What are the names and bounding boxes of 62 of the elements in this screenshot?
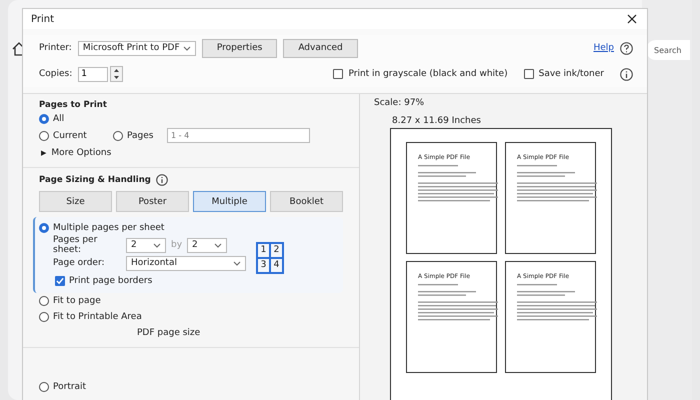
checkbox[interactable]	[333, 69, 344, 79]
dropdown[interactable]: 2	[187, 238, 228, 252]
dropdown[interactable]: Horizontal	[126, 256, 246, 270]
caret-icon	[214, 242, 222, 248]
paper-size-label: 8.27 x 11.69 Inches	[391, 116, 482, 128]
scale-label: Scale: 97%	[374, 98, 426, 110]
field-label: Printer:	[39, 43, 72, 53]
search-field[interactable]: Search	[646, 40, 690, 60]
page-number: 4	[270, 258, 283, 272]
page-number: 1	[257, 242, 270, 258]
checkbox[interactable]	[524, 69, 534, 79]
field-label: Copies:	[39, 69, 72, 79]
option-label: All	[53, 114, 64, 124]
radio-button[interactable]	[113, 130, 123, 140]
radio-button[interactable]	[39, 382, 49, 392]
radio-button[interactable]	[39, 222, 49, 232]
more-options-toggle[interactable]: More Options	[51, 148, 112, 158]
caret-icon	[153, 242, 161, 248]
close-button[interactable]	[625, 12, 639, 26]
option-label: Print in grayscale (black and white)	[348, 69, 508, 79]
dropdown[interactable]: Microsoft Print to PDF	[78, 40, 196, 56]
help-link[interactable]: Help	[593, 43, 614, 53]
copies-field[interactable]: 1	[78, 66, 108, 82]
option-label: Current	[53, 130, 87, 140]
tab[interactable]: Poster	[116, 191, 189, 212]
window-title: Print	[31, 14, 54, 24]
page-number: 2	[270, 242, 283, 258]
tab[interactable]: Multiple	[193, 191, 266, 212]
option-label: Portrait	[53, 382, 86, 392]
dialog-button[interactable]: Properties	[202, 38, 278, 58]
info-icon	[156, 174, 168, 186]
option-label: Multiple pages per sheet	[53, 222, 164, 232]
option-label: Fit to page	[53, 296, 101, 306]
section-heading: Page Sizing & Handling	[39, 175, 151, 185]
option-label: Pages	[127, 130, 154, 140]
caret-icon	[182, 46, 191, 50]
radio-button[interactable]	[39, 114, 49, 124]
radio-button[interactable]	[39, 130, 49, 140]
option-label: Print page borders	[69, 276, 152, 286]
page-number: 3	[257, 258, 270, 272]
field-label: Page order:	[53, 258, 106, 268]
tab[interactable]: Booklet	[270, 191, 343, 212]
help-icon	[620, 42, 633, 54]
dialog-button[interactable]: Advanced	[283, 38, 358, 58]
option-label: Fit to Printable Area	[53, 312, 142, 322]
field-label: Pages per sheet:	[53, 235, 98, 255]
by-label: by	[171, 240, 182, 250]
checkmark-icon	[56, 276, 64, 284]
pages-field[interactable]: 1 - 4	[167, 128, 310, 143]
radio-button[interactable]	[39, 296, 49, 306]
close-icon	[627, 14, 637, 24]
caret-icon	[233, 260, 241, 266]
tab[interactable]: Size	[39, 191, 112, 212]
section-heading: Pages to Print	[39, 100, 108, 110]
radio-button[interactable]	[39, 312, 49, 322]
checkbox[interactable]	[55, 276, 65, 286]
spin-buttons[interactable]	[110, 66, 124, 82]
spin-arrows-icon	[113, 67, 120, 81]
info-icon	[620, 68, 633, 80]
option-label: PDF page size	[136, 327, 202, 340]
dropdown[interactable]: 2	[126, 238, 166, 252]
option-label: Save ink/toner	[538, 69, 604, 79]
